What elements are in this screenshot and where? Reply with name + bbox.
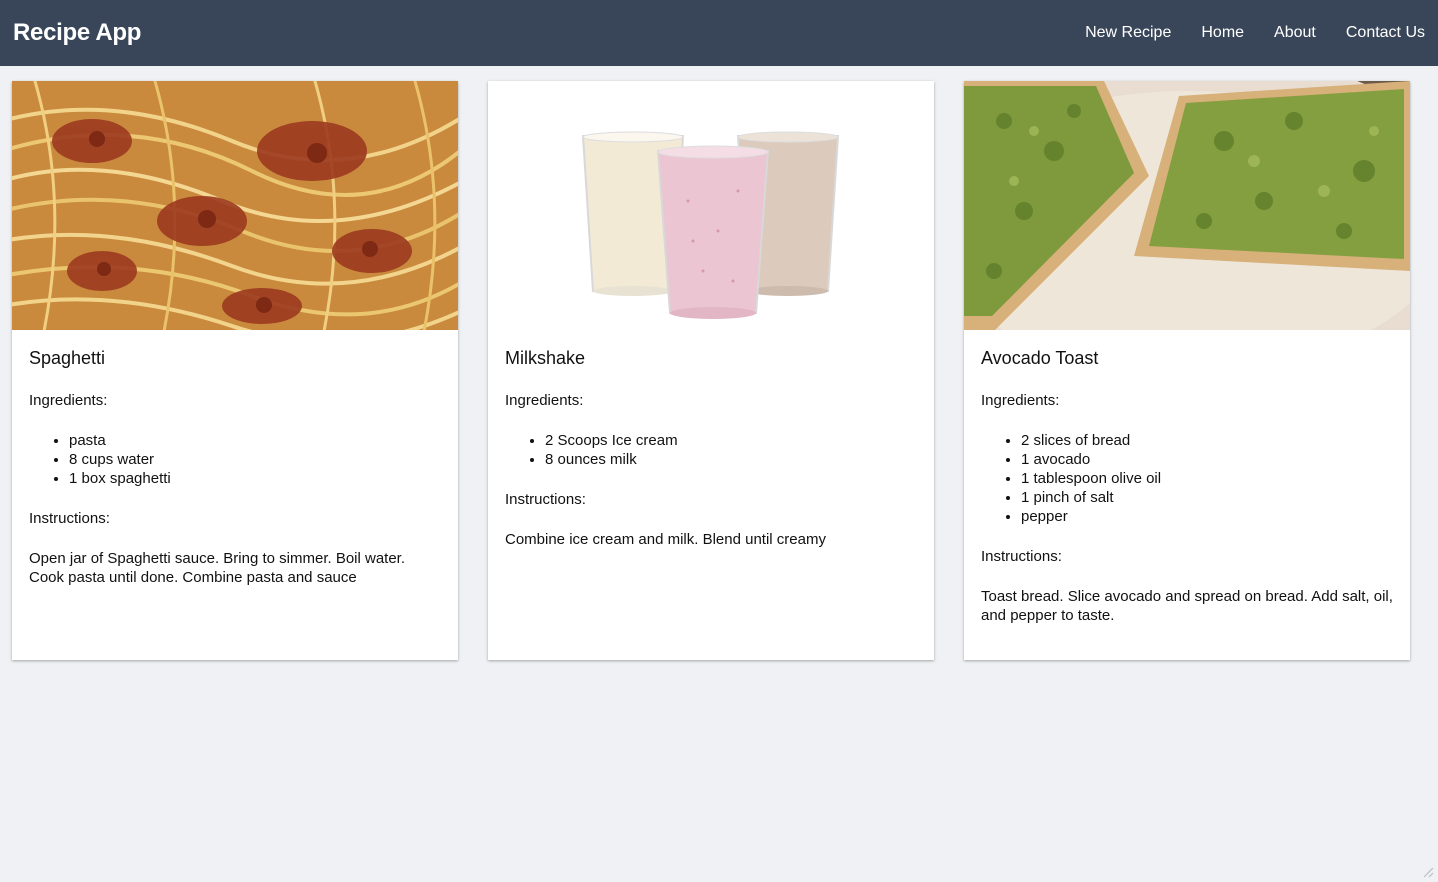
- ingredients-list: 2 Scoops Ice cream 8 ounces milk: [505, 431, 917, 469]
- recipe-list: Spaghetti Ingredients: pasta 8 cups wate…: [12, 81, 1410, 660]
- recipe-card-spaghetti: Spaghetti Ingredients: pasta 8 cups wate…: [12, 81, 458, 660]
- ingredients-list: pasta 8 cups water 1 box spaghetti: [29, 431, 441, 488]
- ingredient-item: pepper: [1021, 507, 1393, 526]
- ingredient-item: 8 cups water: [69, 450, 441, 469]
- ingredient-item: 2 slices of bread: [1021, 431, 1393, 450]
- instructions-text: Toast bread. Slice avocado and spread on…: [981, 588, 1393, 624]
- recipe-title: Milkshake: [505, 348, 586, 368]
- ingredient-item: 1 pinch of salt: [1021, 488, 1393, 507]
- nav-links: New Recipe Home About Contact Us: [1055, 24, 1425, 42]
- avocado-toast-image: [964, 81, 1410, 330]
- milkshake-image: [488, 81, 934, 330]
- recipe-card-milkshake: Milkshake Ingredients: 2 Scoops Ice crea…: [488, 81, 934, 660]
- ingredient-item: 1 avocado: [1021, 450, 1393, 469]
- ingredient-item: 2 Scoops Ice cream: [545, 431, 917, 450]
- recipe-card-avocado-toast: Avocado Toast Ingredients: 2 slices of b…: [964, 81, 1410, 660]
- instructions-heading: Instructions:: [981, 548, 1062, 565]
- instructions-heading: Instructions:: [29, 510, 110, 527]
- ingredients-heading: Ingredients:: [29, 392, 108, 409]
- ingredients-heading: Ingredients:: [981, 392, 1060, 409]
- nav-about-link[interactable]: About: [1274, 24, 1316, 42]
- top-navbar: Recipe App New Recipe Home About Contact…: [0, 0, 1438, 66]
- nav-new-recipe-link[interactable]: New Recipe: [1085, 24, 1171, 42]
- nav-home-link[interactable]: Home: [1201, 24, 1244, 42]
- app-title[interactable]: Recipe App: [13, 19, 141, 47]
- ingredients-heading: Ingredients:: [505, 392, 584, 409]
- nav-contact-link[interactable]: Contact Us: [1346, 24, 1425, 42]
- recipe-title: Avocado Toast: [981, 348, 1099, 368]
- spaghetti-image: [12, 81, 458, 330]
- instructions-heading: Instructions:: [505, 491, 586, 508]
- ingredient-item: 1 box spaghetti: [69, 469, 441, 488]
- ingredient-item: 8 ounces milk: [545, 450, 917, 469]
- ingredient-item: pasta: [69, 431, 441, 450]
- ingredient-item: 1 tablespoon olive oil: [1021, 469, 1393, 488]
- resize-grip-icon[interactable]: [1420, 864, 1434, 878]
- ingredients-list: 2 slices of bread 1 avocado 1 tablespoon…: [981, 431, 1393, 526]
- instructions-text: Combine ice cream and milk. Blend until …: [505, 531, 826, 548]
- recipe-title: Spaghetti: [29, 348, 106, 368]
- instructions-text: Open jar of Spaghetti sauce. Bring to si…: [29, 550, 406, 586]
